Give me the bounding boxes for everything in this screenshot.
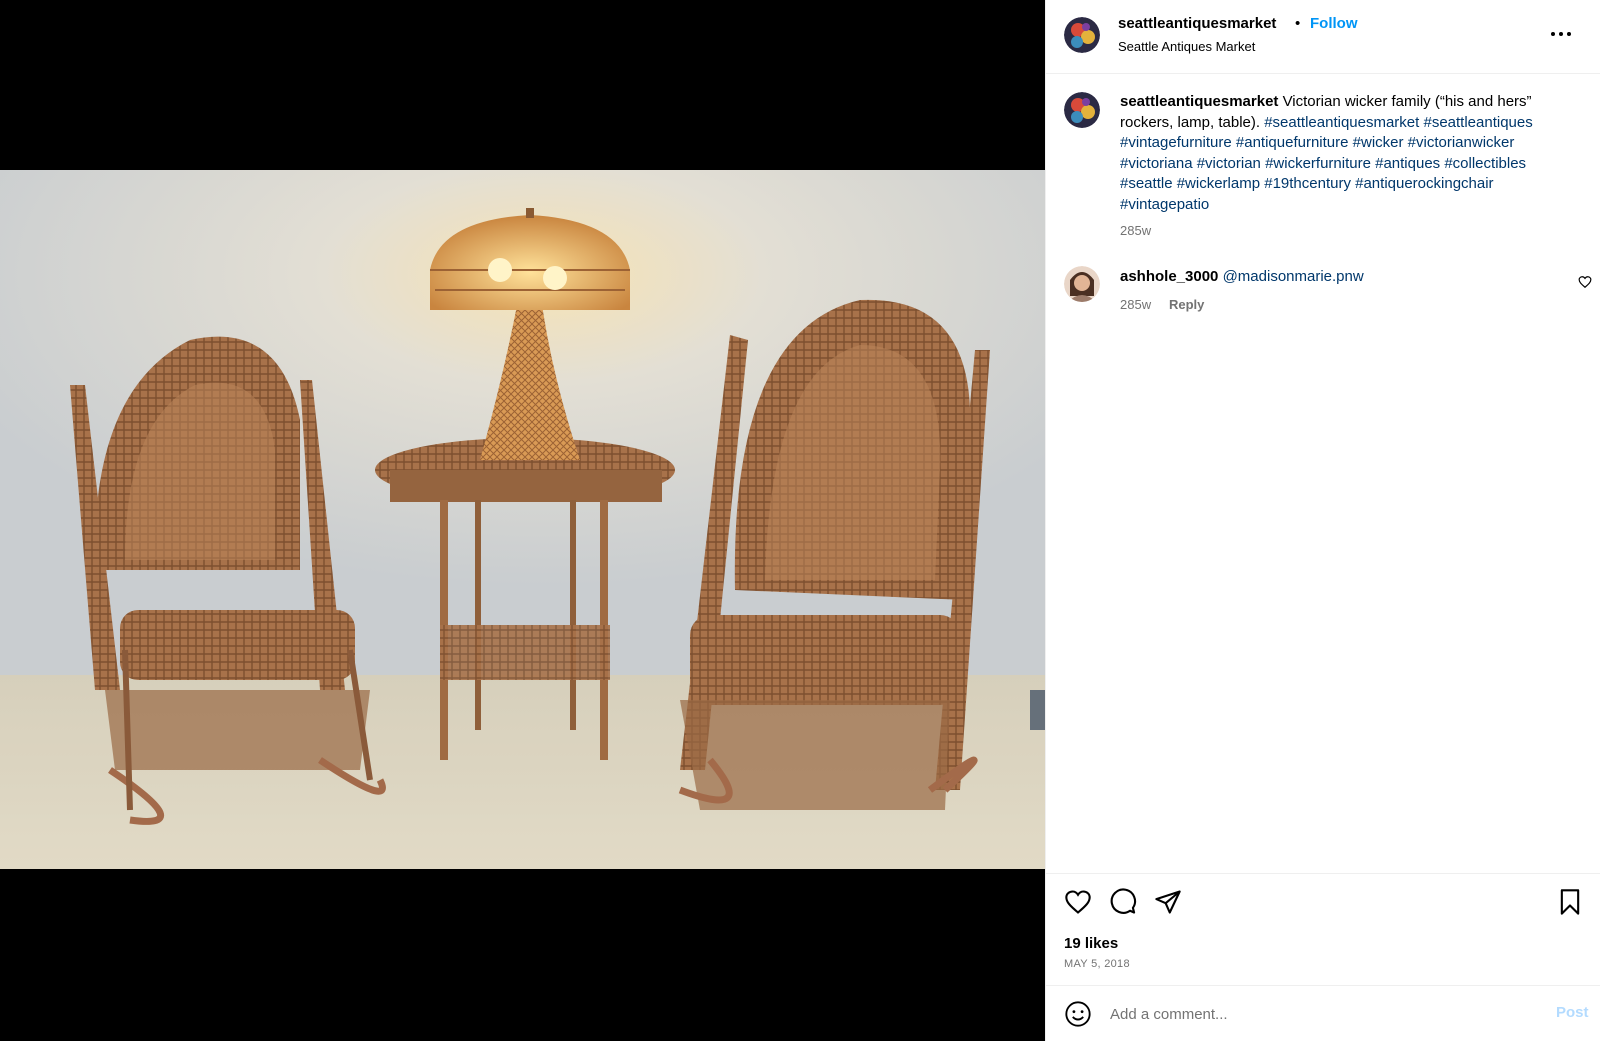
caption-avatar[interactable] xyxy=(1064,92,1100,128)
separator-dot: • xyxy=(1295,15,1301,32)
commenter-avatar[interactable] xyxy=(1064,266,1100,302)
caption-timestamp[interactable]: 285w xyxy=(1120,223,1151,238)
avatar-image xyxy=(1064,17,1100,53)
post-photo[interactable] xyxy=(0,170,1045,869)
comment-text: ashhole_3000 @madisonmarie.pnw xyxy=(1120,268,1364,285)
comment-timestamp[interactable]: 285w xyxy=(1120,297,1151,312)
share-icon[interactable] xyxy=(1154,888,1182,916)
action-bar xyxy=(1046,873,1600,933)
emoji-icon[interactable] xyxy=(1064,1000,1092,1028)
comment-icon[interactable] xyxy=(1109,888,1137,916)
avatar-image xyxy=(1064,266,1100,302)
likes-count[interactable]: 19 likes xyxy=(1064,935,1118,952)
post-header: seattleantiquesmarket • Follow Seattle A… xyxy=(1046,0,1600,74)
profile-avatar[interactable] xyxy=(1064,17,1100,53)
author-username[interactable]: seattleantiquesmarket xyxy=(1118,15,1276,32)
follow-button[interactable]: Follow xyxy=(1310,15,1358,32)
comment-mention[interactable]: @madisonmarie.pnw xyxy=(1223,268,1364,285)
wicker-furniture-photo xyxy=(0,170,1045,869)
more-options-icon[interactable] xyxy=(1546,22,1576,46)
avatar-image xyxy=(1064,92,1100,128)
comment-composer: Post xyxy=(1046,985,1600,1041)
comment-input[interactable] xyxy=(1108,996,1532,1032)
reply-button[interactable]: Reply xyxy=(1169,297,1204,312)
post-media xyxy=(0,0,1045,1041)
post-comment-button[interactable]: Post xyxy=(1556,1004,1589,1021)
post-side-panel: seattleantiquesmarket • Follow Seattle A… xyxy=(1045,0,1600,1041)
comment-heart-icon[interactable] xyxy=(1578,275,1592,289)
location-label[interactable]: Seattle Antiques Market xyxy=(1118,39,1255,54)
caption-text: seattleantiquesmarket Victorian wicker f… xyxy=(1120,92,1580,215)
bookmark-icon[interactable] xyxy=(1556,888,1584,916)
comment-username[interactable]: ashhole_3000 xyxy=(1120,268,1218,285)
post-date[interactable]: MAY 5, 2018 xyxy=(1064,958,1130,970)
heart-icon[interactable] xyxy=(1064,888,1092,916)
comment-item: ashhole_3000 @madisonmarie.pnw 285w Repl… xyxy=(1046,265,1600,325)
caption-username[interactable]: seattleantiquesmarket xyxy=(1120,93,1278,110)
